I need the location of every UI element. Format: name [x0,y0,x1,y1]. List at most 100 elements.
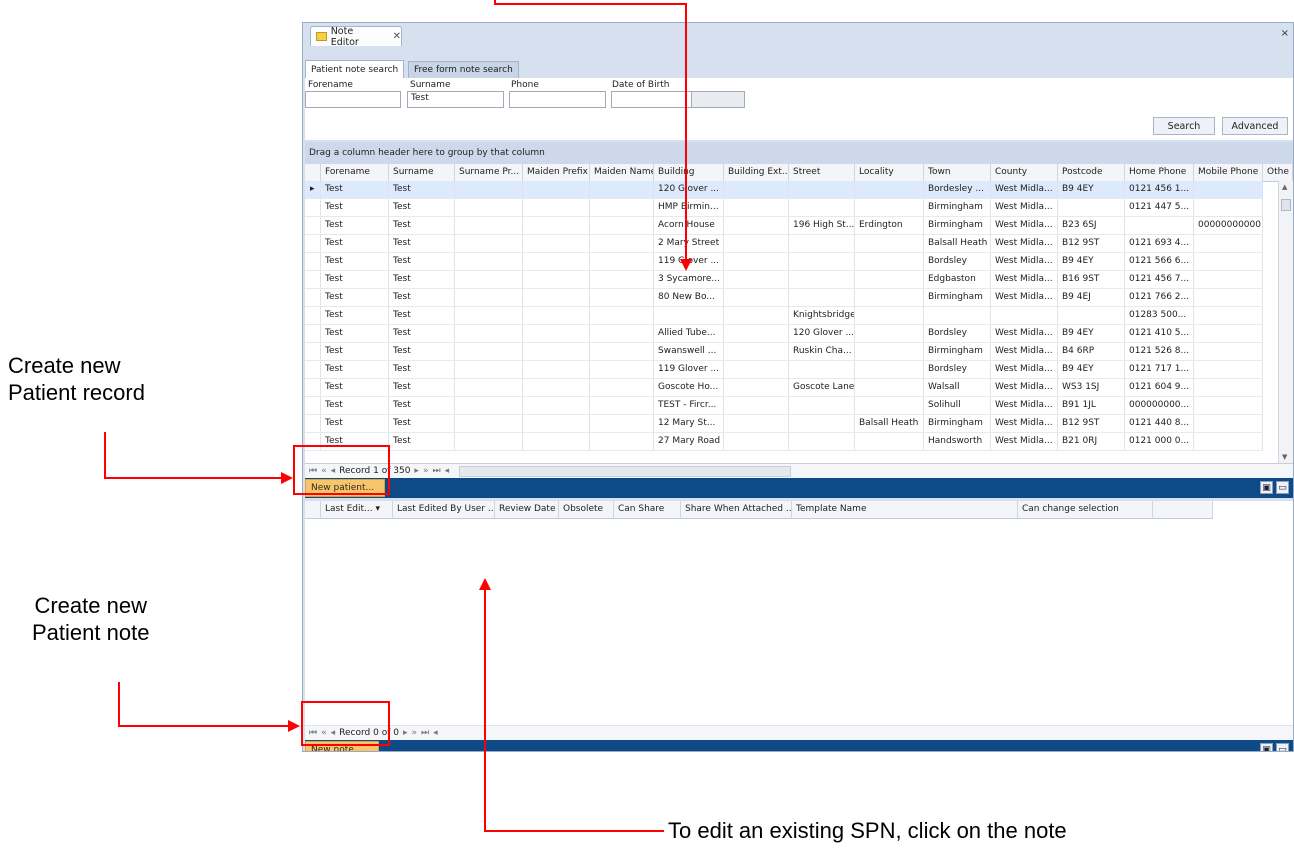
table-cell[interactable]: HMP Birmin... [654,199,724,216]
table-cell[interactable]: 0121 456 7... [1125,271,1194,288]
column-header[interactable]: Building Ext... [724,164,789,181]
table-cell[interactable]: Test [321,235,389,252]
table-cell[interactable]: Balsall Heath [855,415,924,432]
column-header[interactable]: Postcode [1058,164,1125,181]
table-cell[interactable]: Test [321,415,389,432]
table-cell[interactable]: Birmingham [924,199,991,216]
table-cell[interactable]: Test [389,307,455,324]
table-cell[interactable] [724,181,789,198]
table-cell[interactable]: Test [389,181,455,198]
table-cell[interactable] [789,361,855,378]
table-cell[interactable]: 196 High St... [789,217,855,234]
table-cell[interactable] [523,307,590,324]
table-cell[interactable] [1194,289,1263,306]
table-cell[interactable] [724,433,789,450]
nav-append-icon[interactable]: ◂ [433,728,438,738]
table-cell[interactable]: Test [389,253,455,270]
table-cell[interactable] [590,397,654,414]
table-cell[interactable]: Test [321,289,389,306]
table-cell[interactable] [523,199,590,216]
column-header[interactable]: Home Phone [1125,164,1194,181]
table-cell[interactable]: Test [389,289,455,306]
table-cell[interactable] [590,217,654,234]
tab-patient-note-search[interactable]: Patient note search [305,60,405,78]
table-cell[interactable]: West Midla... [991,361,1058,378]
table-cell[interactable] [1194,415,1263,432]
table-cell[interactable]: 00000000000 [1194,217,1263,234]
table-cell[interactable] [1194,199,1263,216]
table-cell[interactable] [724,199,789,216]
table-cell[interactable]: Test [321,271,389,288]
table-cell[interactable]: 80 New Bo... [654,289,724,306]
column-header[interactable]: Maiden Name [590,164,654,181]
table-cell[interactable] [455,379,523,396]
table-cell[interactable]: Edgbaston [924,271,991,288]
table-cell[interactable]: Test [389,379,455,396]
table-cell[interactable] [789,181,855,198]
table-cell[interactable]: Bordesley ... [924,181,991,198]
advanced-button[interactable]: Advanced [1222,117,1288,135]
nav-append-icon[interactable]: ◂ [445,466,450,476]
table-cell[interactable]: Test [389,325,455,342]
table-cell[interactable]: Test [389,199,455,216]
table-cell[interactable]: Test [321,379,389,396]
nav-last-icon[interactable]: ⏭ [421,728,429,738]
nav-next-page-icon[interactable]: » [412,728,418,738]
table-cell[interactable]: West Midla... [991,253,1058,270]
table-cell[interactable] [523,343,590,360]
table-cell[interactable] [789,235,855,252]
table-cell[interactable]: 120 Glover ... [789,325,855,342]
table-cell[interactable] [523,217,590,234]
table-cell[interactable]: Ruskin Cha... [789,343,855,360]
table-cell[interactable] [1194,397,1263,414]
phone-field[interactable] [509,91,606,108]
table-cell[interactable] [590,325,654,342]
table-cell[interactable] [590,199,654,216]
table-cell[interactable]: B23 6SJ [1058,217,1125,234]
table-cell[interactable]: B9 4EY [1058,253,1125,270]
table-cell[interactable]: 000000000... [1125,397,1194,414]
table-cell[interactable]: 2 Mary Street [654,235,724,252]
table-cell[interactable] [523,379,590,396]
table-cell[interactable]: West Midla... [991,217,1058,234]
table-cell[interactable] [1058,199,1125,216]
table-cell[interactable]: B12 9ST [1058,235,1125,252]
column-header[interactable]: Obsolete [559,501,614,518]
table-cell[interactable] [855,271,924,288]
table-row[interactable]: Test Test 119 Glover ... Bordsley West Midla… [305,361,1263,379]
search-button[interactable]: Search [1153,117,1215,135]
table-cell[interactable]: Walsall [924,379,991,396]
table-cell[interactable]: B12 9ST [1058,415,1125,432]
table-cell[interactable] [724,325,789,342]
table-cell[interactable] [1194,235,1263,252]
table-cell[interactable] [1194,379,1263,396]
column-header[interactable]: Locality [855,164,924,181]
table-row[interactable]: Test Test Allied Tube... 120 Glover ... Bord… [305,325,1263,343]
column-header[interactable]: Maiden Prefix [523,164,590,181]
table-cell[interactable] [1194,433,1263,450]
column-header[interactable]: Can Share [614,501,681,518]
table-cell[interactable] [590,307,654,324]
table-cell[interactable]: Goscote Ho... [654,379,724,396]
table-cell[interactable] [455,181,523,198]
dob-picker[interactable] [691,91,745,108]
table-cell[interactable]: Birmingham [924,415,991,432]
vertical-scrollbar[interactable]: ▲ ▼ [1278,181,1293,463]
table-cell[interactable] [455,217,523,234]
table-cell[interactable]: B9 4EY [1058,325,1125,342]
table-cell[interactable] [523,361,590,378]
table-cell[interactable] [1194,253,1263,270]
table-cell[interactable]: West Midla... [991,325,1058,342]
table-row[interactable]: Test Test 2 Mary Street Balsall Heath West M… [305,235,1263,253]
table-cell[interactable]: 12 Mary St... [654,415,724,432]
table-cell[interactable]: West Midla... [991,415,1058,432]
table-cell[interactable] [855,253,924,270]
table-cell[interactable]: West Midla... [991,271,1058,288]
layout-icon[interactable]: ▭ [1276,481,1289,494]
table-cell[interactable]: West Midla... [991,235,1058,252]
table-cell[interactable]: Test [321,181,389,198]
table-cell[interactable]: 0121 000 0... [1125,433,1194,450]
table-cell[interactable]: Test [389,271,455,288]
table-cell[interactable] [590,433,654,450]
table-cell[interactable]: TEST - Fircr... [654,397,724,414]
